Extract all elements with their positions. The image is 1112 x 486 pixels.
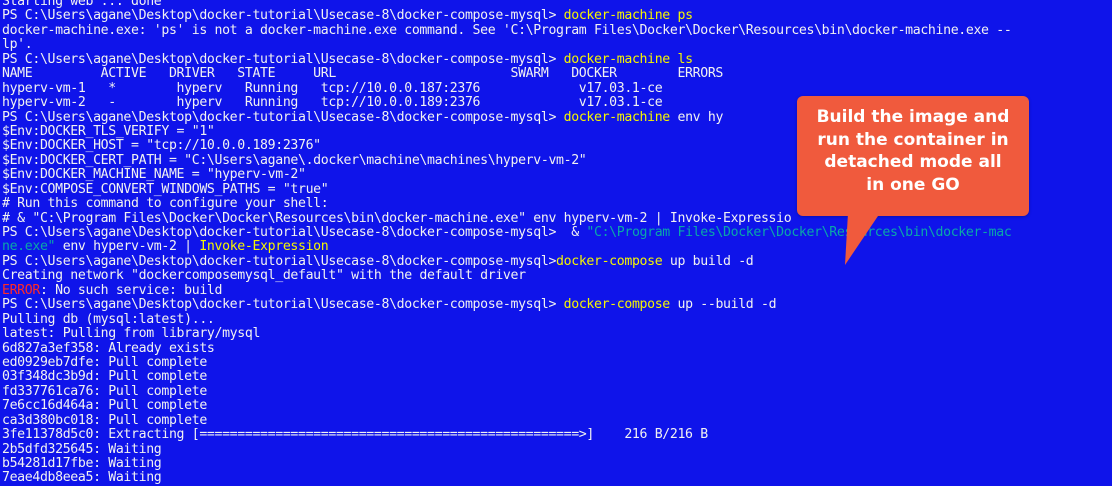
output-text: : No such service: build: [39, 282, 223, 298]
output-text: PS C:\Users\agane\Desktop\docker-tutoria…: [2, 8, 564, 24]
terminal-line: PS C:\Users\agane\Desktop\docker-tutoria…: [2, 297, 1011, 313]
terminal-line: hyperv-vm-1 * hyperv Running tcp://10.0.…: [2, 80, 1011, 96]
terminal-line: Creating network "dockercomposemysql_def…: [2, 269, 1011, 283]
output-text: lp'.: [2, 37, 33, 53]
output-text: 7e6cc16d464a: Pull complete: [2, 398, 207, 414]
terminal-line: PS C:\Users\agane\Desktop\docker-tutoria…: [2, 51, 1011, 67]
output-text: $Env:DOCKER_TLS_VERIFY = "1": [2, 123, 215, 139]
command-text: Invoke-Expression: [199, 239, 329, 255]
command-text: docker-compose: [563, 297, 671, 313]
error-text: ERROR: [2, 282, 40, 298]
command-text: docker-compose: [556, 253, 663, 269]
output-text: ed0929eb7dfe: Pull complete: [2, 354, 207, 370]
output-text: 03f348dc3b9d: Pull complete: [2, 369, 207, 385]
command-text: docker-machine ls: [563, 51, 693, 67]
output-text: NAME ACTIVE DRIVER STATE URL SWARM DOCKE…: [2, 66, 724, 82]
output-text: $Env:DOCKER_MACHINE_NAME = "hyperv-vm-2": [2, 167, 306, 183]
output-text: # & "C:\Program Files\Docker\Docker\Reso…: [2, 210, 792, 226]
terminal-line: fd337761ca76: Pull complete: [2, 383, 1011, 399]
output-text: Pulling db (mysql:latest)...: [2, 311, 215, 327]
terminal-line: PS C:\Users\agane\Desktop\docker-tutoria…: [2, 9, 1011, 23]
string-text: "C:\Program Files\Docker\Docker\Resource…: [586, 225, 1012, 240]
terminal-line: lp'.: [2, 38, 1011, 52]
output-text: PS C:\Users\agane\Desktop\docker-tutoria…: [2, 109, 564, 125]
annotation-callout: Build the image and run the container in…: [797, 96, 1029, 216]
command-text: docker-machine: [563, 109, 671, 125]
output-text: $Env:DOCKER_CERT_PATH = "C:\Users\agane\…: [2, 152, 587, 168]
output-text: up build -d: [662, 253, 754, 269]
output-text: $Env:DOCKER_HOST = "tcp://10.0.0.189:237…: [2, 138, 321, 154]
output-text: b54281d17fbe: Waiting: [2, 456, 162, 471]
terminal-line: 3fe11378d5c0: Extracting [==============…: [2, 427, 1011, 443]
string-text: ne.exe": [2, 239, 56, 255]
output-text: env hyperv-vm-2 |: [55, 239, 200, 255]
output-text: $Env:COMPOSE_CONVERT_WINDOWS_PATHS = "tr…: [2, 181, 329, 197]
output-text: Creating network "dockercomposemysql_def…: [2, 268, 526, 284]
output-text: ca3d380bc018: Pull complete: [2, 412, 207, 428]
output-text: PS C:\Users\agane\Desktop\docker-tutoria…: [2, 253, 557, 269]
output-text: 3fe11378d5c0: Extracting [==============…: [2, 427, 708, 443]
output-text: fd337761ca76: Pull complete: [2, 383, 207, 399]
terminal-line: 2b5dfd325645: Waiting: [2, 441, 1011, 457]
output-text: env hy: [669, 109, 724, 125]
output-text: 6d827a3ef358: Already exists: [2, 340, 215, 356]
output-text: PS C:\Users\agane\Desktop\docker-tutoria…: [2, 51, 564, 67]
command-text: docker-machine ps: [563, 8, 693, 24]
terminal-line: Pulling db (mysql:latest)...: [2, 311, 1011, 327]
terminal-line: 03f348dc3b9d: Pull complete: [2, 370, 1011, 384]
output-text: up --build -d: [669, 297, 777, 313]
output-text: 2b5dfd325645: Waiting: [2, 441, 162, 457]
terminal-line: 6d827a3ef358: Already exists: [2, 340, 1011, 356]
terminal-line: ca3d380bc018: Pull complete: [2, 412, 1011, 428]
output-text: PS C:\Users\agane\Desktop\docker-tutoria…: [2, 297, 564, 313]
terminal-line: latest: Pulling from library/mysql: [2, 326, 1011, 342]
output-text: docker-machine.exe: 'ps' is not a docker…: [2, 22, 1012, 38]
terminal-line: b54281d17fbe: Waiting: [2, 456, 1011, 471]
callout-text: Build the image and run the container in…: [816, 107, 1010, 195]
terminal-line: 7e6cc16d464a: Pull complete: [2, 399, 1011, 413]
terminal-line: ed0929eb7dfe: Pull complete: [2, 354, 1011, 370]
output-text: latest: Pulling from library/mysql: [2, 326, 261, 342]
output-text: # Run this command to configure your she…: [2, 196, 329, 212]
terminal-line: ERROR: No such service: build: [2, 282, 1011, 298]
terminal-line: 7eae4db8eea5: Waiting: [2, 471, 1011, 485]
powershell-terminal[interactable]: Starting web ... done PS C:\Users\agane\D…: [0, 0, 1112, 486]
output-text: hyperv-vm-2 - hyperv Running tcp://10.0.…: [2, 95, 663, 111]
output-text: 7eae4db8eea5: Waiting: [2, 470, 162, 486]
terminal-line: NAME ACTIVE DRIVER STATE URL SWARM DOCKE…: [2, 66, 1011, 82]
terminal-line: docker-machine.exe: 'ps' is not a docker…: [2, 22, 1012, 38]
output-text: hyperv-vm-1 * hyperv Running tcp://10.0.…: [2, 80, 663, 96]
output-text: PS C:\Users\agane\Desktop\docker-tutoria…: [2, 225, 587, 240]
